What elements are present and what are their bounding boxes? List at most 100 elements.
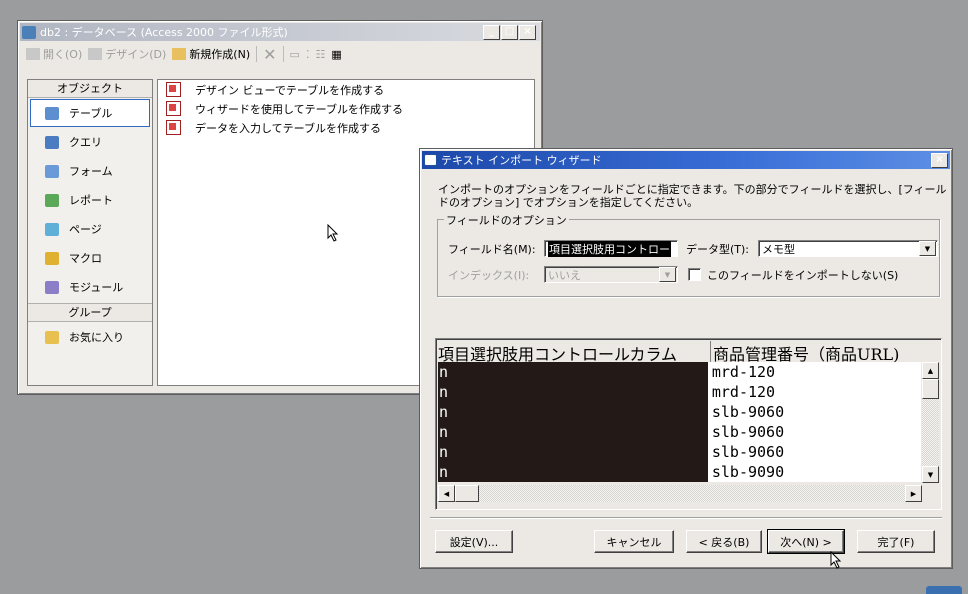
field-options-label: フィールドのオプション [444,212,569,228]
wizard-close-button[interactable]: × [931,152,948,168]
chevron-down-icon[interactable]: ▼ [659,267,676,282]
sidebar-item-pages[interactable]: ページ [30,215,150,243]
table-cell[interactable]: n [438,382,708,402]
design-button[interactable]: デザイン(D) [88,46,166,62]
create-shortcut-icon [166,120,181,135]
wizard-title: テキスト インポート ウィザード [441,154,602,167]
divider [430,517,942,519]
table-row: n slb-9090 [438,462,921,482]
cancel-button[interactable]: キャンセル [594,530,674,553]
table-row: n slb-9060 [438,422,921,442]
delete-icon: ✕ [263,44,277,64]
table-row: n slb-9060 [438,402,921,422]
data-preview: 項目選択肢用コントロールカラム 商品管理番号（商品URL) n mrd-120 … [435,338,942,510]
table-row: n slb-9060 [438,442,921,462]
field-options-group: フィールドのオプション フィールド名(M): 項目選択肢用コントロー データ型(… [437,212,940,297]
open-button[interactable]: 開く(O) [26,46,82,62]
wizard-icon [424,154,437,166]
table-cell[interactable]: n [438,462,708,482]
horizontal-scrollbar[interactable]: ◀ ▶ [438,485,922,502]
db-window-title: db2 : データベース (Access 2000 ファイル形式) [40,26,288,39]
list-item[interactable]: データを入力してテーブルを作成する [158,118,534,137]
form-icon [45,164,59,178]
objects-header[interactable]: オブジェクト [28,80,152,98]
sidebar-item-favorites[interactable]: お気に入り [30,323,150,351]
sidebar-item-modules[interactable]: モジュール [30,273,150,301]
table-cell[interactable]: slb-9060 [707,442,921,462]
sidebar-item-macros[interactable]: マクロ [30,244,150,272]
column-header[interactable]: 項目選択肢用コントロールカラム [438,341,711,362]
scroll-thumb[interactable] [922,379,939,399]
large-icons-icon: ▭ [289,47,300,61]
groups-header[interactable]: グループ [28,303,152,322]
table-icon [45,106,59,120]
field-name-input[interactable]: 項目選択肢用コントロー [544,240,678,257]
field-name-label: フィールド名(M): [448,242,536,256]
table-cell[interactable]: n [438,422,708,442]
text-import-wizard: テキスト インポート ウィザード × インポートのオプションをフィールドごとに指… [419,148,953,569]
list-view-button[interactable]: ☷ [315,48,325,61]
vertical-scrollbar[interactable]: ▲ ▼ [922,362,939,483]
toolbar-separator [256,46,258,62]
next-button[interactable]: 次へ(N) > [767,529,845,554]
scroll-up-icon[interactable]: ▲ [922,362,939,379]
table-row: n mrd-120 [438,382,921,402]
settings-button[interactable]: 設定(V)... [435,530,513,553]
maximize-button[interactable]: □ [501,24,518,40]
close-button[interactable]: × [519,24,536,40]
db-toolbar: 開く(O) デザイン(D) 新規作成(N) ✕ ▭ ⁚ ☷ ▦ [22,43,538,65]
small-icons-icon: ⁚ [305,47,310,61]
table-cell[interactable]: n [438,362,708,382]
table-cell[interactable]: slb-9060 [707,422,921,442]
small-icons-button[interactable]: ⁚ [306,48,310,61]
index-label: インデックス(I): [448,268,530,282]
chevron-down-icon[interactable]: ▼ [919,241,936,256]
column-header[interactable]: 商品管理番号（商品URL) [711,341,933,364]
list-view-icon: ☷ [315,47,326,61]
index-select[interactable]: いいえ ▼ [544,266,678,283]
sidebar-item-reports[interactable]: レポート [30,186,150,214]
toolbar-separator [282,46,284,62]
sidebar-item-forms[interactable]: フォーム [30,157,150,185]
sidebar-item-tables[interactable]: テーブル [30,99,150,127]
wizard-titlebar[interactable]: テキスト インポート ウィザード × [422,151,950,169]
report-icon [45,193,59,207]
query-icon [45,135,59,149]
list-item[interactable]: ウィザードを使用してテーブルを作成する [158,99,534,118]
minimize-button[interactable]: _ [483,24,500,40]
table-cell[interactable]: mrd-120 [707,362,921,382]
new-icon [172,48,187,60]
sidebar-item-queries[interactable]: クエリ [30,128,150,156]
preview-header: 項目選択肢用コントロールカラム 商品管理番号（商品URL) [438,341,933,364]
finish-button[interactable]: 完了(F) [857,530,935,553]
table-row: n mrd-120 [438,362,921,382]
favorites-folder-icon [45,330,59,344]
skip-field-label: このフィールドをインポートしない(S) [707,268,899,282]
create-shortcut-icon [166,82,181,97]
scroll-down-icon[interactable]: ▼ [922,466,939,483]
mouse-pointer-icon [830,551,842,569]
details-view-button[interactable]: ▦ [331,48,341,61]
macro-icon [45,251,59,265]
table-cell[interactable]: slb-9090 [707,462,921,482]
details-view-icon: ▦ [331,47,342,61]
scroll-left-icon[interactable]: ◀ [438,485,455,502]
scroll-thumb[interactable] [455,485,479,502]
database-icon [22,25,36,39]
skip-field-checkbox[interactable] [688,268,701,281]
db-titlebar[interactable]: db2 : データベース (Access 2000 ファイル形式) _ □ × [20,23,540,41]
back-button[interactable]: < 戻る(B) [686,530,762,553]
table-cell[interactable]: mrd-120 [707,382,921,402]
delete-button[interactable]: ✕ [263,45,276,64]
create-shortcut-icon [166,101,181,116]
taskbar-edge [926,586,962,594]
table-cell[interactable]: slb-9060 [707,402,921,422]
list-item[interactable]: デザイン ビューでテーブルを作成する [158,80,534,99]
table-cell[interactable]: n [438,442,708,462]
new-button[interactable]: 新規作成(N) [172,46,250,62]
table-cell[interactable]: n [438,402,708,422]
data-type-select[interactable]: メモ型 ▼ [758,240,938,257]
scroll-right-icon[interactable]: ▶ [905,485,922,502]
large-icons-button[interactable]: ▭ [290,48,300,61]
data-type-label: データ型(T): [686,242,750,256]
